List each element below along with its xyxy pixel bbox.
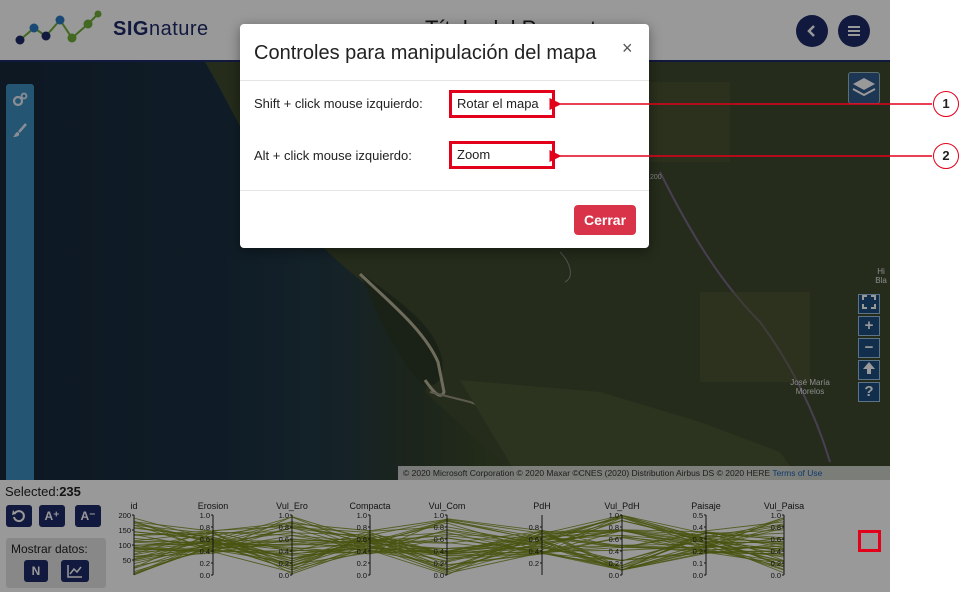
callout-1: 1 <box>933 91 959 117</box>
callout-2: 2 <box>933 143 959 169</box>
annotation-arrows <box>549 98 932 162</box>
highlight-box <box>858 530 881 552</box>
